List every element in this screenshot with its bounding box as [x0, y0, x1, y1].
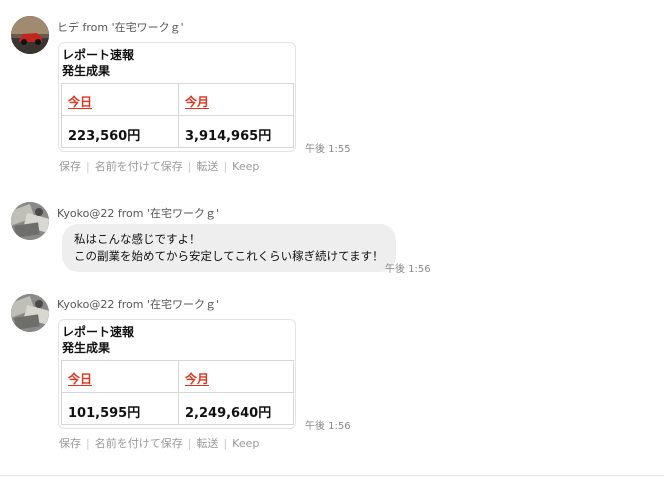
sender-name: Kyoko@22 from '在宅ワークｇ' [57, 207, 219, 220]
forward-link[interactable]: 転送 [196, 437, 218, 450]
month-header: 今月 [179, 361, 294, 393]
text-bubble[interactable]: 私はこんな感じですよ！ この副業を始めてから安定してこれくらい稼ぎ続けてます！ [62, 224, 396, 272]
sender-name: ヒデ from '在宅ワークｇ' [57, 21, 184, 34]
bottom-divider [0, 475, 664, 476]
today-header: 今日 [62, 361, 178, 393]
month-column: 今月 3,914,965円 [178, 84, 294, 147]
report-card[interactable]: レポート速報 発生成果 今日 223,560円 今月 3,914,965円 [58, 42, 296, 152]
timestamp: 午後 1:56 [305, 421, 351, 432]
today-label: 今日 [68, 372, 93, 386]
avatar-kyoko[interactable] [11, 294, 49, 332]
today-label: 今日 [68, 95, 93, 109]
card-title: レポート速報 [62, 48, 135, 62]
card-title: レポート速報 [62, 325, 135, 339]
report-card[interactable]: レポート速報 発生成果 今日 101,595円 今月 2,249,640円 [58, 319, 296, 429]
divider-bar: | [187, 437, 192, 450]
save-as-link[interactable]: 名前を付けて保存 [95, 437, 183, 450]
today-value: 101,595円 [68, 406, 141, 421]
card-subtitle: 発生成果 [62, 341, 111, 355]
today-column: 今日 101,595円 [62, 361, 178, 424]
today-header: 今日 [62, 84, 178, 116]
timestamp: 午後 1:55 [305, 144, 351, 155]
bubble-line-2: この副業を始めてから安定してこれくらい稼ぎ続けてます！ [74, 249, 384, 263]
month-label: 今月 [185, 372, 210, 386]
timestamp: 午後 1:56 [385, 264, 431, 275]
avatar-hide[interactable] [11, 16, 49, 54]
message-actions: 保存 | 名前を付けて保存 | 転送 | Keep [59, 158, 259, 174]
keep-link[interactable]: Keep [232, 437, 259, 450]
today-value: 223,560円 [68, 129, 141, 144]
avatar-kyoko[interactable] [11, 202, 49, 240]
card-subtitle: 発生成果 [62, 64, 111, 78]
message-actions: 保存 | 名前を付けて保存 | 転送 | Keep [59, 435, 259, 451]
forward-link[interactable]: 転送 [196, 160, 218, 173]
save-as-link[interactable]: 名前を付けて保存 [95, 160, 183, 173]
divider-bar: | [86, 160, 90, 173]
month-value: 3,914,965円 [185, 129, 272, 144]
keep-link[interactable]: Keep [232, 160, 259, 173]
stats-table: 今日 223,560円 今月 3,914,965円 [61, 83, 294, 148]
bubble-line-1: 私はこんな感じですよ！ [74, 232, 201, 246]
month-label: 今月 [185, 95, 210, 109]
today-column: 今日 223,560円 [62, 84, 178, 147]
month-value: 2,249,640円 [185, 406, 272, 421]
month-header: 今月 [179, 84, 294, 116]
divider-bar: | [223, 437, 228, 450]
save-link[interactable]: 保存 [59, 437, 81, 450]
save-link[interactable]: 保存 [59, 160, 81, 173]
divider-bar: | [187, 160, 192, 173]
divider-bar: | [86, 437, 90, 450]
stats-table: 今日 101,595円 今月 2,249,640円 [61, 360, 294, 425]
divider-bar: | [223, 160, 228, 173]
sender-name: Kyoko@22 from '在宅ワークｇ' [57, 298, 219, 311]
month-column: 今月 2,249,640円 [178, 361, 294, 424]
